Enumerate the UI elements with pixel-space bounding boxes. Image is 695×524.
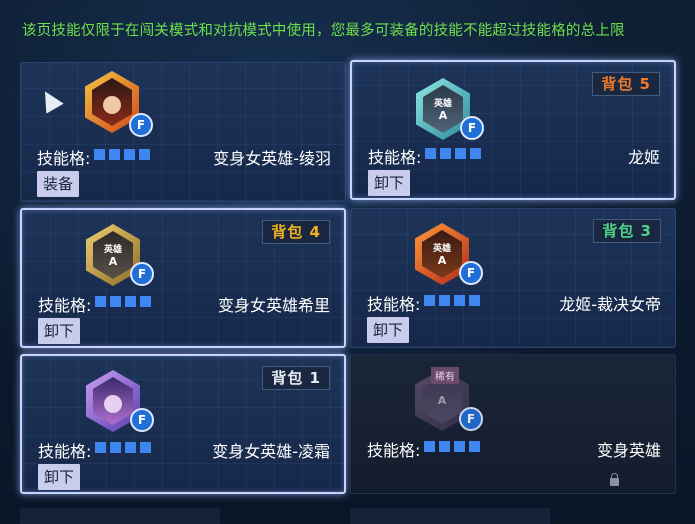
skill-card-1[interactable]: 背包 5 英雄 A F 技能格: 龙姬 卸下	[350, 60, 676, 200]
bag-badge: 背包 1	[262, 366, 330, 390]
slots-label: 技能格:	[368, 148, 422, 167]
skill-card-0[interactable]: F 技能格: 变身女英雄-绫羽 装备	[20, 62, 346, 202]
hero-name: 龙姬-裁决女帝	[559, 295, 661, 314]
hero-name: 变身女英雄-绫羽	[213, 149, 331, 168]
skill-slots	[95, 296, 151, 307]
f-badge-icon: F	[130, 408, 154, 432]
f-badge-icon: F	[460, 116, 484, 140]
f-badge-icon: F	[130, 262, 154, 286]
next-row-peek	[350, 508, 550, 524]
unequip-button[interactable]: 卸下	[38, 318, 81, 344]
unequip-button[interactable]: 卸下	[38, 464, 81, 490]
skill-slots	[424, 441, 480, 452]
skill-card-2[interactable]: 背包 4 英雄 A F 技能格: 变身女英雄希里 卸下	[20, 208, 346, 348]
slots-label: 技能格:	[367, 295, 421, 314]
slots-label: 技能格:	[38, 296, 92, 315]
notice-text: 该页技能仅限于在闯关模式和对抗模式中使用，您最多可装备的技能不能超过技能格的总上…	[22, 23, 625, 39]
slots-label: 技能格:	[38, 442, 92, 461]
skill-card-5-locked: A 稀有 F 技能格: 变身英雄	[350, 354, 676, 494]
unequip-button[interactable]: 卸下	[368, 170, 411, 196]
skill-slots	[95, 442, 151, 453]
skill-slots	[94, 149, 150, 160]
f-badge-icon: F	[459, 407, 483, 431]
rare-tag: 稀有	[431, 367, 459, 384]
f-badge-icon: F	[459, 261, 483, 285]
bag-badge: 背包 5	[592, 72, 660, 96]
slots-label: 技能格:	[37, 149, 91, 168]
hero-name: 变身女英雄希里	[217, 296, 330, 315]
lock-icon	[610, 473, 619, 486]
next-row-peek	[20, 508, 220, 524]
bag-badge: 背包 3	[593, 219, 661, 243]
skill-slots	[425, 148, 481, 159]
bag-badge: 背包 4	[262, 220, 330, 244]
slots-label: 技能格:	[367, 441, 421, 460]
f-badge-icon: F	[129, 113, 153, 137]
skill-slots	[424, 295, 480, 306]
hero-name: 变身女英雄-凌霜	[212, 442, 330, 461]
hero-name: 龙姬	[627, 148, 660, 167]
skill-card-4[interactable]: 背包 1 F 技能格: 变身女英雄-凌霜 卸下	[20, 354, 346, 494]
skill-card-3[interactable]: 背包 3 英雄 A F 技能格: 龙姬-裁决女帝 卸下	[350, 208, 676, 348]
hero-name: 变身英雄	[596, 441, 661, 460]
unequip-button[interactable]: 卸下	[367, 317, 410, 343]
equip-button[interactable]: 装备	[37, 171, 80, 197]
